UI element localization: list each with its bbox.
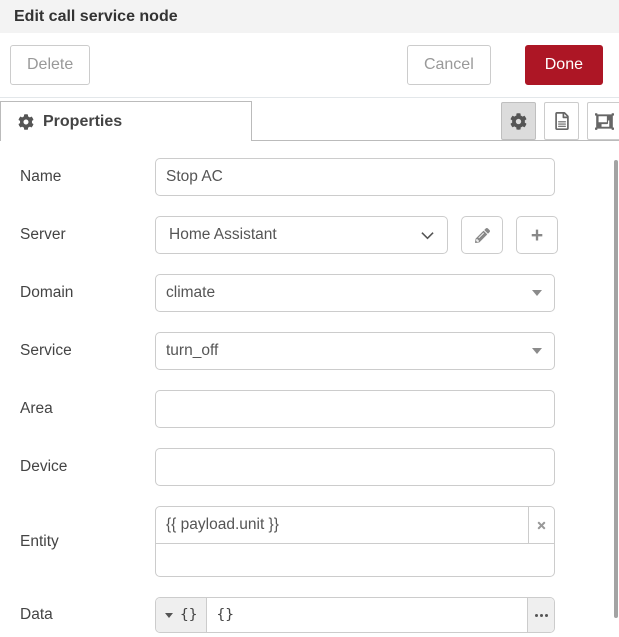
domain-label: Domain	[20, 274, 155, 312]
tab-properties-label: Properties	[43, 113, 122, 131]
object-group-icon	[595, 112, 614, 131]
server-row: Server Home Assistant +	[20, 216, 619, 254]
service-label: Service	[20, 332, 155, 370]
server-label: Server	[20, 216, 155, 254]
ellipsis-icon	[540, 614, 543, 617]
service-input[interactable]	[155, 332, 555, 370]
tab-icon-buttons	[501, 102, 619, 140]
device-input[interactable]	[155, 448, 555, 486]
json-type-icon: {}	[180, 607, 197, 623]
edit-server-button[interactable]	[461, 216, 503, 254]
area-label: Area	[20, 390, 155, 428]
domain-combo	[155, 274, 555, 312]
plus-icon: +	[531, 225, 543, 246]
name-row: Name	[20, 158, 619, 196]
add-server-button[interactable]: +	[516, 216, 558, 254]
dialog-title: Edit call service node	[0, 0, 619, 33]
area-input[interactable]	[155, 390, 555, 428]
data-typed-input: {} {}	[155, 597, 555, 633]
device-label: Device	[20, 448, 155, 486]
area-row: Area	[20, 390, 619, 428]
tab-bar: Properties	[0, 98, 619, 141]
ellipsis-icon	[535, 614, 538, 617]
server-select[interactable]: Home Assistant	[155, 216, 448, 254]
name-input[interactable]	[155, 158, 555, 196]
entity-list	[155, 506, 555, 577]
pencil-icon	[475, 228, 490, 243]
caret-down-icon[interactable]	[532, 348, 542, 354]
data-value-field[interactable]: {}	[207, 598, 527, 632]
domain-input[interactable]	[155, 274, 555, 312]
entity-row: Entity	[20, 506, 619, 577]
service-row: Service	[20, 332, 619, 370]
server-select-value: Home Assistant	[169, 226, 277, 244]
entity-input[interactable]	[156, 507, 528, 543]
cancel-button[interactable]: Cancel	[407, 45, 491, 85]
delete-button[interactable]: Delete	[10, 45, 90, 85]
caret-down-icon[interactable]	[532, 290, 542, 296]
device-row: Device	[20, 448, 619, 486]
description-tab-button[interactable]	[544, 102, 579, 140]
document-icon	[555, 112, 569, 130]
entity-label: Entity	[20, 506, 155, 577]
properties-form: Name Server Home Assistant + Domain	[0, 141, 619, 633]
gear-icon	[510, 113, 527, 130]
server-controls: Home Assistant +	[155, 216, 558, 254]
data-value: {}	[216, 607, 233, 623]
close-icon	[536, 520, 547, 531]
service-combo	[155, 332, 555, 370]
properties-tab-button[interactable]	[501, 102, 536, 140]
gear-icon	[18, 114, 34, 130]
domain-row: Domain	[20, 274, 619, 312]
entity-list-item	[156, 507, 554, 544]
name-label: Name	[20, 158, 155, 196]
appearance-tab-button[interactable]	[587, 102, 619, 140]
chevron-down-icon	[421, 231, 434, 240]
tray-toolbar: Delete Cancel Done	[0, 33, 619, 98]
entity-list-empty-area	[156, 544, 554, 576]
data-row: Data {} {}	[20, 597, 619, 633]
tab-properties[interactable]: Properties	[0, 101, 252, 141]
remove-entity-button[interactable]	[528, 507, 554, 543]
type-select-button[interactable]: {}	[156, 598, 207, 632]
done-button[interactable]: Done	[525, 45, 603, 85]
data-label: Data	[20, 597, 155, 633]
expand-editor-button[interactable]	[527, 598, 554, 632]
toolbar-right-group: Cancel Done	[407, 45, 603, 85]
vertical-scrollbar[interactable]	[614, 160, 618, 618]
ellipsis-icon	[545, 614, 548, 617]
caret-down-icon	[165, 613, 173, 618]
